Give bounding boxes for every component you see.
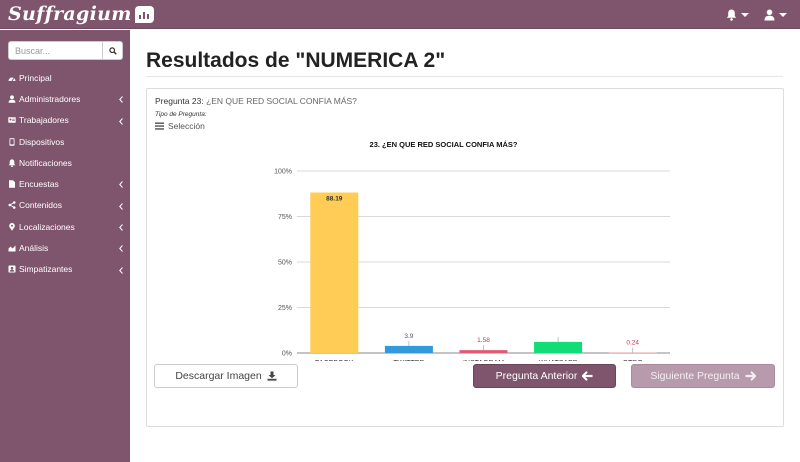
chevron-left-icon xyxy=(119,244,123,254)
sidebar-nav: Principal Administradores Trabajadores Disp… xyxy=(0,67,130,280)
chevron-left-icon xyxy=(119,117,123,127)
question-heading: Pregunta 23: ¿EN QUE RED SOCIAL CONFIA M… xyxy=(155,96,357,106)
sidebar-item-label: Análisis xyxy=(19,243,49,254)
sidebar-item-label: Notificaciones xyxy=(19,157,72,168)
chevron-down-icon xyxy=(779,13,787,17)
download-image-button[interactable]: Descargar Imagen xyxy=(154,364,298,388)
bar-facebook xyxy=(310,192,359,353)
y-tick-label: 100% xyxy=(274,169,292,176)
title-divider xyxy=(146,76,783,77)
portrait-icon xyxy=(8,265,16,273)
chevron-left-icon xyxy=(119,95,123,105)
question-type-value: Selección xyxy=(168,121,205,131)
bar-twitter xyxy=(384,345,433,353)
map-marker-icon xyxy=(8,222,16,231)
sidebar-item-label: Simpatizantes xyxy=(19,264,73,275)
x-tick-label: WHATSAPP xyxy=(539,360,578,361)
user-icon xyxy=(8,95,16,103)
search-button[interactable] xyxy=(102,41,123,60)
sidebar-item-label: Administradores xyxy=(19,93,81,104)
sidebar-item-label: Encuestas xyxy=(19,179,59,190)
bar-instagram xyxy=(459,350,508,353)
question-type-label: Tipo de Pregunta: xyxy=(155,111,207,118)
tablet-icon xyxy=(8,137,16,146)
previous-question-button[interactable]: Pregunta Anterior xyxy=(473,364,616,388)
next-question-button[interactable]: Siguiente Pregunta xyxy=(631,364,775,388)
sidebar-item-notificaciones[interactable]: Notificaciones xyxy=(0,152,130,173)
main-content: Resultados de "NUMERICA 2" Pregunta 23: … xyxy=(130,30,800,462)
chart-title: 23. ¿EN QUE RED SOCIAL CONFIA MÁS? xyxy=(370,140,518,149)
bell-icon xyxy=(726,9,737,21)
sidebar-item-administradores[interactable]: Administradores xyxy=(0,88,130,109)
results-bar-chart: 23. ¿EN QUE RED SOCIAL CONFIA MÁS? 0% 25% 5… xyxy=(274,140,670,367)
arrow-left-icon xyxy=(582,371,593,381)
bar-value-label: 3.9 xyxy=(404,333,413,340)
results-chart: 23. ¿EN QUE RED SOCIAL CONFIA MÁS? 0% 25% 5… xyxy=(237,135,677,367)
bell-icon xyxy=(8,159,16,167)
sidebar-item-label: Contenidos xyxy=(19,200,63,211)
sidebar-search xyxy=(8,41,123,60)
chevron-left-icon xyxy=(119,266,123,276)
chevron-left-icon xyxy=(119,202,123,212)
sidebar: Principal Administradores Trabajadores Disp… xyxy=(0,30,130,462)
user-dropdown[interactable] xyxy=(764,7,787,23)
sidebar-item-simpatizantes[interactable]: Simpatizantes xyxy=(0,259,130,280)
page-title: Resultados de "NUMERICA 2" xyxy=(146,49,446,72)
bar-value-label: 1.58 xyxy=(477,337,490,344)
search-input[interactable] xyxy=(8,41,102,60)
user-icon xyxy=(764,9,775,21)
sidebar-item-label: Trabajadores xyxy=(19,115,69,126)
sidebar-item-label: Dispositivos xyxy=(19,136,65,147)
y-tick-label: 25% xyxy=(278,305,292,312)
x-tick-label: TWITTER xyxy=(393,360,424,361)
x-tick-label: FACEBOOK xyxy=(315,360,354,361)
sidebar-item-label: Localizaciones xyxy=(19,221,75,232)
sidebar-item-encuestas[interactable]: Encuestas xyxy=(0,173,130,194)
y-tick-label: 50% xyxy=(278,260,292,267)
arrow-right-icon xyxy=(745,371,756,381)
sidebar-item-label: Principal xyxy=(19,72,52,83)
chevron-left-icon xyxy=(119,223,123,233)
y-tick-label: 0% xyxy=(282,351,292,358)
sidebar-item-principal[interactable]: Principal xyxy=(0,67,130,88)
question-panel: Pregunta 23: ¿EN QUE RED SOCIAL CONFIA M… xyxy=(146,88,784,427)
previous-button-label: Pregunta Anterior xyxy=(495,370,578,382)
chevron-down-icon xyxy=(741,13,749,17)
next-button-label: Siguiente Pregunta xyxy=(650,370,740,382)
bar-value-label: 0.24 xyxy=(626,340,639,347)
sidebar-item-contenidos[interactable]: Contenidos xyxy=(0,195,130,216)
top-navbar: Suffragium xyxy=(0,0,800,29)
file-icon xyxy=(8,180,16,188)
notifications-dropdown[interactable] xyxy=(726,7,749,23)
sidebar-item-dispositivos[interactable]: Dispositivos xyxy=(0,131,130,152)
logo-chart-icon xyxy=(134,5,154,23)
logo-text: Suffragium xyxy=(8,3,132,25)
dashboard-icon xyxy=(8,74,16,82)
list-icon xyxy=(155,122,164,130)
bar-value-label: 6.09 xyxy=(552,329,565,336)
x-tick-label: OTRO xyxy=(623,360,644,361)
id-card-icon xyxy=(8,116,16,124)
bar-value-label: 88.19 xyxy=(326,195,343,202)
question-number: Pregunta 23: xyxy=(155,96,204,106)
area-chart-icon xyxy=(8,244,16,252)
y-tick-label: 75% xyxy=(278,214,292,221)
question-type: Selección xyxy=(155,121,205,131)
download-icon xyxy=(267,371,277,381)
sidebar-item-analisis[interactable]: Análisis xyxy=(0,237,130,258)
question-text: ¿EN QUE RED SOCIAL CONFIA MÁS? xyxy=(206,96,357,106)
download-button-label: Descargar Imagen xyxy=(175,370,262,382)
search-icon xyxy=(108,46,117,55)
sidebar-item-localizaciones[interactable]: Localizaciones xyxy=(0,216,130,237)
bar-whatsapp xyxy=(534,341,583,353)
x-tick-label: INSTAGRAM xyxy=(463,360,504,361)
share-icon xyxy=(8,201,16,210)
bar-otro xyxy=(608,352,657,354)
app-logo[interactable]: Suffragium xyxy=(8,2,154,26)
sidebar-item-trabajadores[interactable]: Trabajadores xyxy=(0,110,130,131)
chevron-left-icon xyxy=(119,180,123,190)
